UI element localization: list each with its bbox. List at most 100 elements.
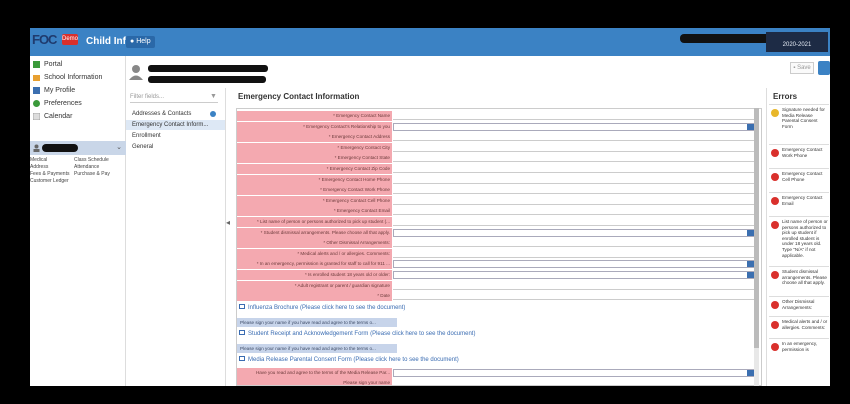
form-row: * Emergency Contact Email: [237, 206, 755, 217]
scrollbar-thumb[interactable]: [754, 108, 759, 348]
field-input[interactable]: [393, 154, 755, 163]
dropdown-arrow-icon[interactable]: [747, 261, 754, 268]
field-input[interactable]: [393, 144, 755, 152]
filter-icon[interactable]: ▼: [210, 93, 217, 100]
form-row: * Emergency Contact City: [237, 142, 755, 153]
page-title: Emergency Contact Information: [238, 92, 360, 101]
school-year-selector[interactable]: 2020-2021: [766, 32, 828, 52]
nav-item-my-profile[interactable]: My Profile: [30, 84, 125, 97]
field-link-enrollment[interactable]: Enrollment: [132, 131, 222, 141]
document-link[interactable]: Media Release Parental Consent Form (Ple…: [239, 355, 459, 365]
field-link-addresses[interactable]: Addresses & Contacts: [132, 109, 222, 119]
document-link-label: Media Release Parental Consent Form (Ple…: [248, 356, 459, 363]
nav-item-label: Portal: [44, 61, 63, 68]
field-label: * Emergency Contact City: [237, 142, 392, 153]
document-link-label: Student Receipt and Acknowledgement Form…: [248, 330, 476, 337]
filter-fields-input[interactable]: Filter fields...: [130, 92, 218, 103]
field-label: * Medical alerts and / or allergies. Com…: [237, 248, 392, 259]
errors-panel: Errors Signature needed for Media Releas…: [766, 88, 830, 386]
sub-link-row: Medical Class Schedule: [30, 157, 126, 164]
form-row: * List name of person or persons authori…: [237, 217, 755, 227]
form-row: * Emergency Contact Zip Code: [237, 164, 755, 174]
field-input[interactable]: [393, 133, 755, 142]
field-select[interactable]: [393, 122, 755, 131]
sub-link[interactable]: Medical: [30, 157, 74, 164]
field-select[interactable]: [393, 368, 755, 377]
error-icon: [771, 221, 779, 229]
sub-link[interactable]: Class Schedule: [74, 157, 118, 164]
signature-field[interactable]: Please sign your name if you have read a…: [237, 343, 397, 353]
field-input[interactable]: [393, 282, 755, 290]
nav-item-portal[interactable]: Portal: [30, 58, 125, 71]
external-link-icon: [239, 355, 245, 361]
field-select[interactable]: [393, 271, 755, 279]
student-sub-links: Medical Class Schedule Address Attendance …: [30, 157, 126, 185]
document-link[interactable]: Influenza Brochure (Please click here to…: [239, 303, 405, 313]
more-options-button[interactable]: [818, 61, 830, 75]
help-button[interactable]: ● Help: [126, 36, 155, 48]
field-label: * Emergency Contact Home Phone: [237, 174, 392, 185]
field-input[interactable]: [393, 250, 755, 258]
field-link-emergency-contact[interactable]: Emergency Contact Inform...: [126, 120, 225, 130]
external-link-icon: [239, 303, 245, 309]
sub-link[interactable]: Fees & Payments: [30, 171, 74, 178]
save-button[interactable]: ▪ Save: [790, 62, 814, 74]
errors-title: Errors: [773, 92, 798, 101]
field-input[interactable]: [393, 165, 755, 173]
student-selector[interactable]: ⌄: [30, 141, 126, 155]
app-logo[interactable]: FOC Demo: [32, 32, 78, 52]
error-item[interactable]: Emergency Contact Email: [769, 192, 829, 216]
field-link-label: Emergency Contact Inform...: [132, 122, 209, 128]
sub-link[interactable]: Address: [30, 164, 74, 171]
field-input[interactable]: [393, 207, 755, 216]
sub-link[interactable]: Purchase & Pay: [74, 171, 118, 178]
field-input[interactable]: [393, 292, 755, 301]
redacted-user-name: [680, 34, 780, 43]
sub-link[interactable]: Customer Ledger: [30, 178, 74, 185]
app-screen: FOC Demo Child Info ● Help 2020-2021 Por…: [30, 28, 830, 386]
profile-icon: [33, 87, 40, 94]
chevron-down-icon: ⌄: [116, 144, 122, 151]
field-input[interactable]: [393, 218, 755, 226]
field-input[interactable]: [393, 112, 755, 120]
form-row: * Emergency Contact Cell Phone: [237, 195, 755, 206]
error-icon: [771, 149, 779, 157]
error-item[interactable]: Emergency Contact Work Phone: [769, 144, 829, 168]
error-text: Medical alerts and / or allergies. Comme…: [782, 319, 828, 330]
error-item[interactable]: Other Dismissal Arrangements:: [769, 296, 829, 316]
field-input[interactable]: [393, 379, 755, 385]
nav-item-preferences[interactable]: Preferences: [30, 97, 125, 110]
nav-item-calendar[interactable]: Calendar: [30, 110, 125, 123]
nav-item-school-information[interactable]: School Information: [30, 71, 125, 84]
dropdown-arrow-icon[interactable]: [747, 123, 754, 130]
error-item[interactable]: Signature needed for Media Release Paren…: [769, 104, 829, 144]
dropdown-arrow-icon[interactable]: [747, 369, 754, 376]
signature-field[interactable]: Please sign your name if you have read a…: [237, 317, 397, 327]
form-row: * Emergency Contact Work Phone: [237, 185, 755, 196]
dropdown-arrow-icon[interactable]: [747, 272, 754, 278]
field-link-label: Enrollment: [132, 133, 161, 139]
error-item[interactable]: In an emergency, permission is: [769, 338, 829, 368]
field-select[interactable]: [393, 228, 755, 237]
error-item[interactable]: Emergency Contact Cell Phone: [769, 168, 829, 192]
warning-icon: [771, 109, 779, 117]
field-label: * In an emergency, permission is granted…: [237, 259, 392, 270]
school-year: 2020-2021: [782, 42, 812, 48]
dropdown-arrow-icon[interactable]: [747, 229, 754, 236]
field-input[interactable]: [393, 176, 755, 184]
sub-link-row: Address Attendance: [30, 164, 126, 171]
sub-link[interactable]: Attendance: [74, 164, 118, 171]
error-item[interactable]: Student dismissal arrangements. Please c…: [769, 266, 829, 296]
field-label: * Emergency Contact Name: [237, 111, 392, 121]
left-nav: Portal School Information My Profile Pre…: [30, 56, 126, 386]
error-item[interactable]: Medical alerts and / or allergies. Comme…: [769, 316, 829, 338]
field-input[interactable]: [393, 197, 755, 205]
field-input[interactable]: [393, 239, 755, 248]
field-input[interactable]: [393, 186, 755, 195]
document-link[interactable]: Student Receipt and Acknowledgement Form…: [239, 329, 476, 339]
field-select[interactable]: [393, 260, 755, 269]
error-item[interactable]: List name of person or persons authorize…: [769, 216, 829, 266]
field-link-general[interactable]: General: [132, 142, 222, 152]
student-avatar-icon: [33, 144, 40, 152]
field-label: * Adult registrant or parent / guardian …: [237, 280, 392, 291]
